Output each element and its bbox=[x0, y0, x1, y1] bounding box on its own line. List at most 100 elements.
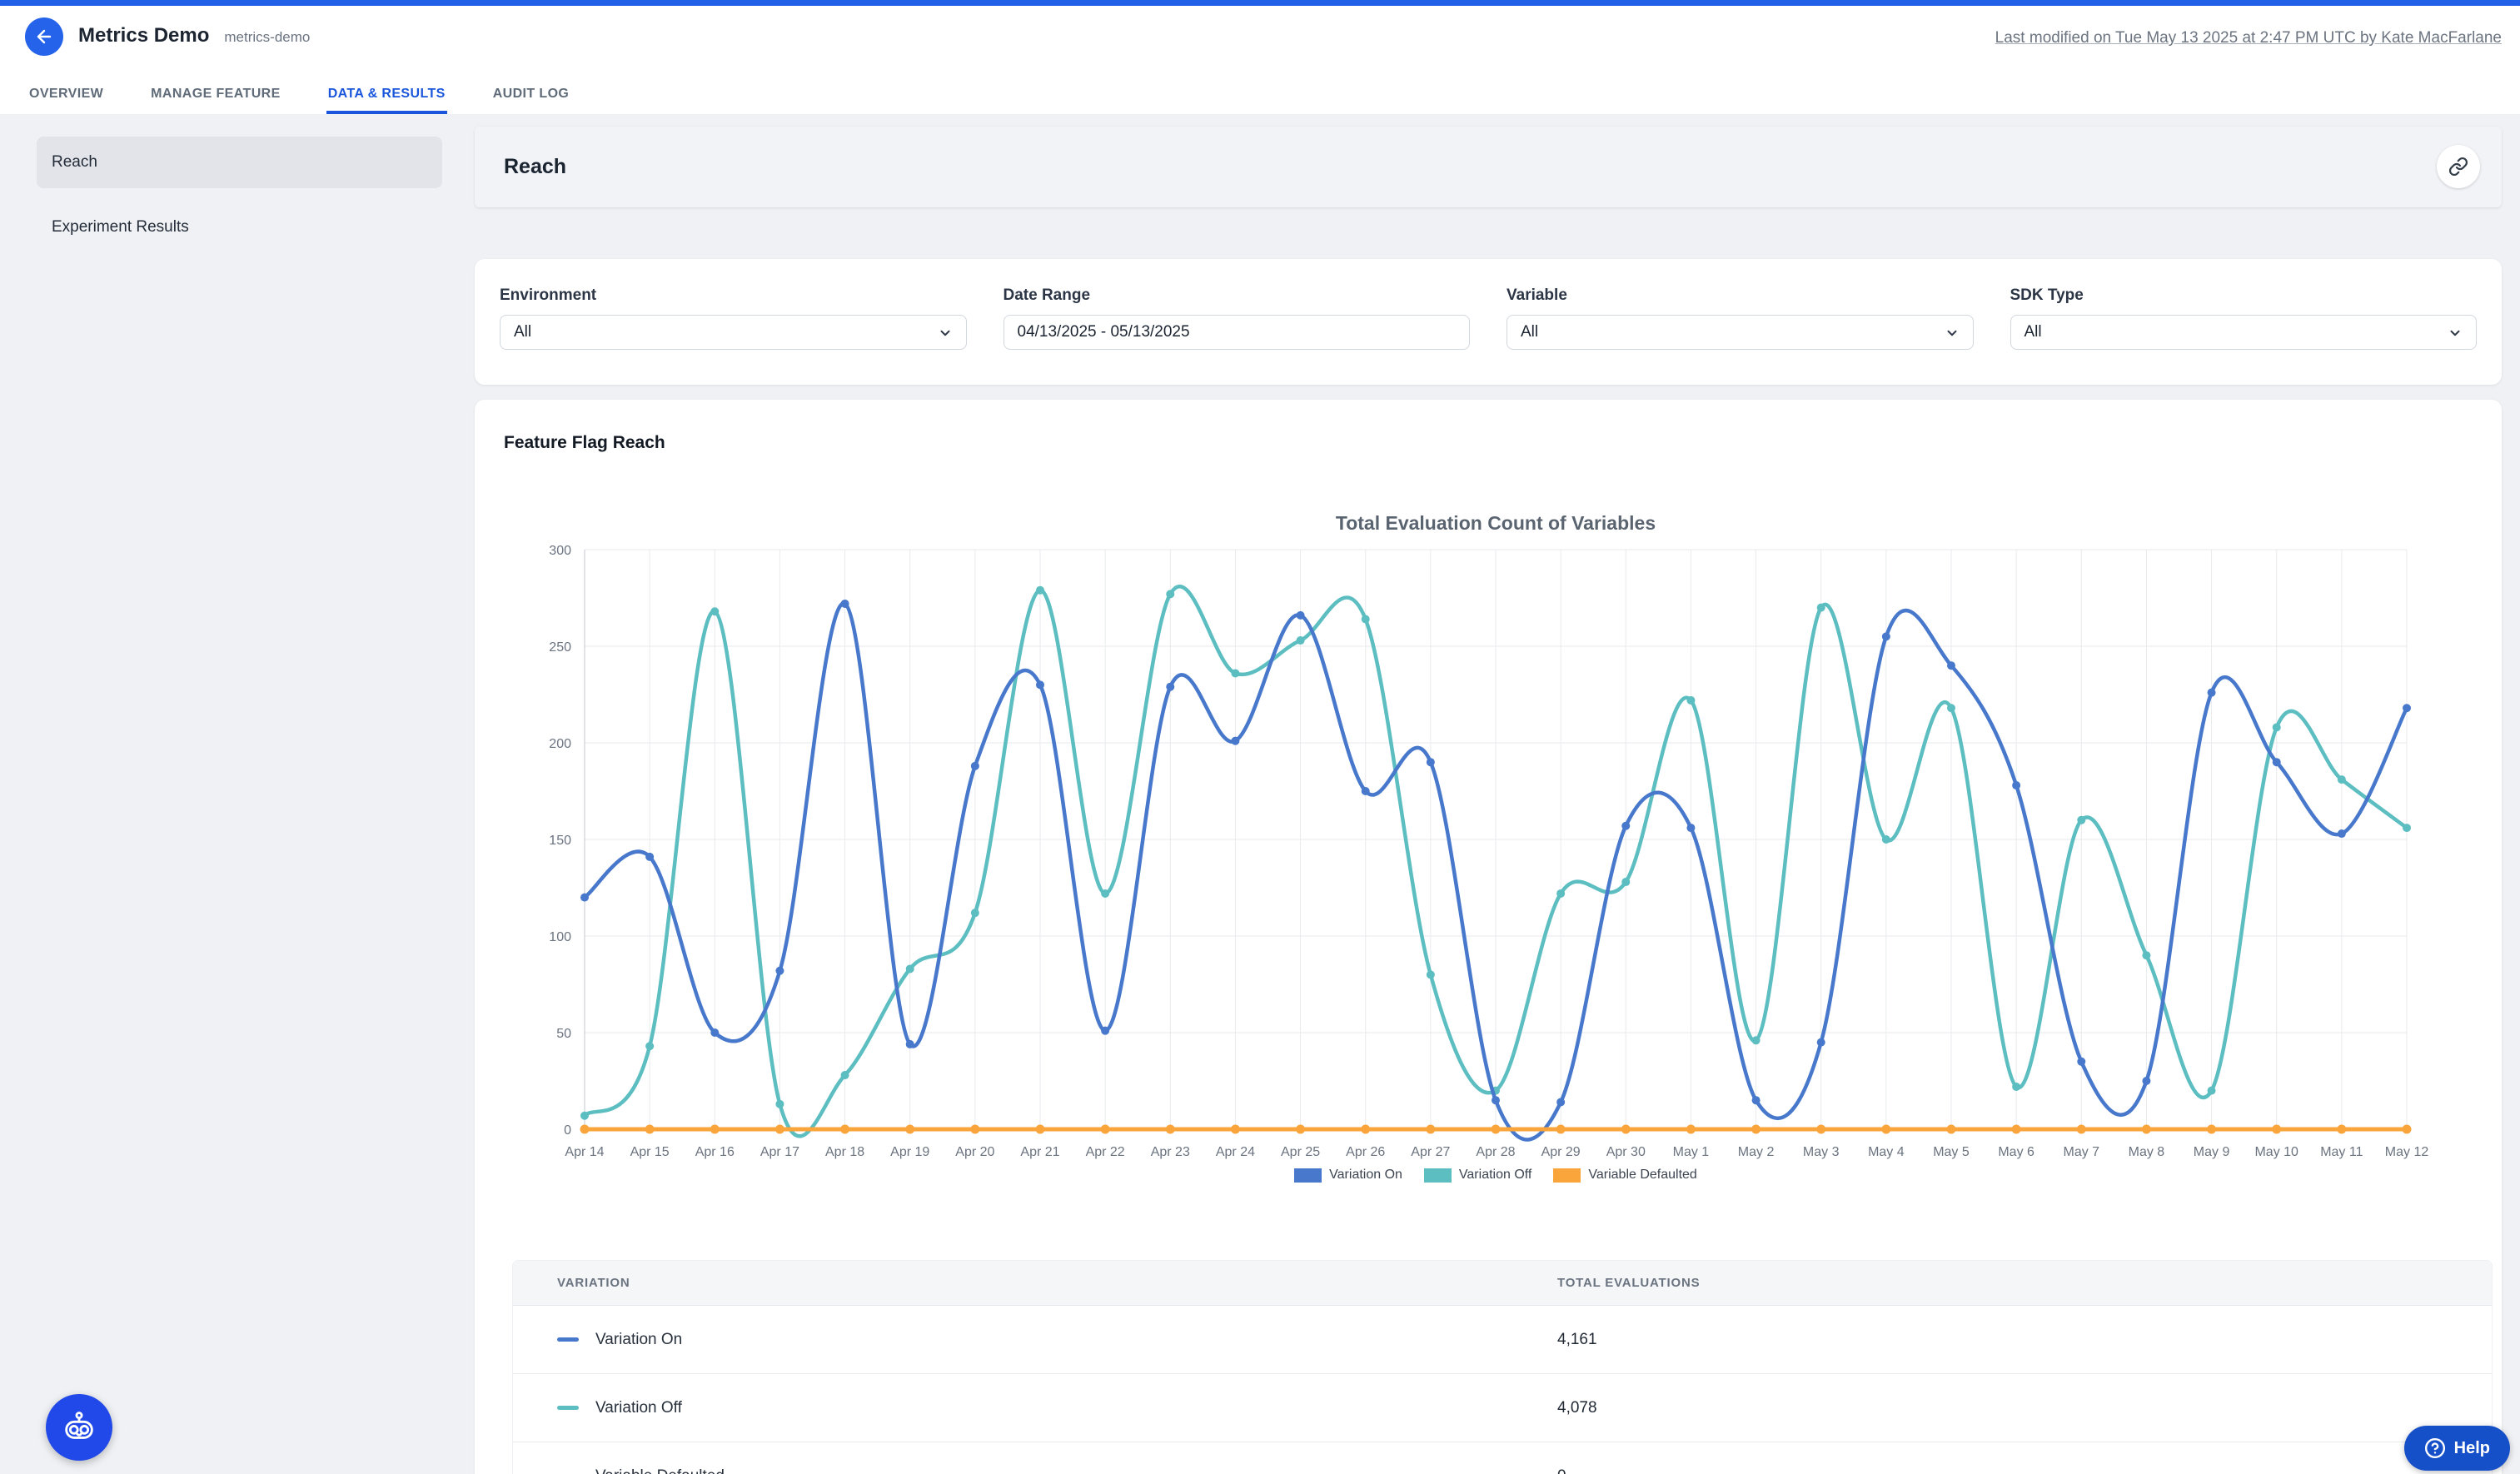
svg-text:May 12: May 12 bbox=[2385, 1145, 2429, 1159]
svg-text:150: 150 bbox=[549, 834, 571, 848]
app-header: Metrics Demo metrics-demo Last modified … bbox=[0, 6, 2520, 115]
evaluations-line-chart[interactable]: 050100150200250300Apr 14Apr 15Apr 16Apr … bbox=[475, 480, 2498, 1179]
total-evaluations-value: 0 bbox=[1557, 1442, 1566, 1474]
copy-link-button[interactable] bbox=[2437, 145, 2480, 188]
legend-label: Variable Defaulted bbox=[1588, 1168, 1696, 1183]
svg-text:May 9: May 9 bbox=[2194, 1145, 2230, 1159]
svg-text:May 4: May 4 bbox=[1868, 1145, 1905, 1159]
svg-text:May 7: May 7 bbox=[2063, 1145, 2099, 1159]
svg-text:Apr 21: Apr 21 bbox=[1020, 1145, 1059, 1159]
svg-text:300: 300 bbox=[549, 544, 571, 558]
sidebar-item-reach[interactable]: Reach bbox=[37, 137, 442, 188]
svg-text:Apr 24: Apr 24 bbox=[1216, 1145, 1255, 1159]
filter-sdk-type: SDK Type All bbox=[2010, 286, 2478, 385]
column-header-total-evaluations: TOTAL EVALUATIONS bbox=[1557, 1261, 1700, 1305]
link-icon bbox=[2448, 157, 2468, 177]
environment-label: Environment bbox=[500, 286, 967, 305]
table-header: VARIATION TOTAL EVALUATIONS bbox=[513, 1261, 2492, 1306]
table-row[interactable]: Variation On 4,161 bbox=[513, 1306, 2492, 1374]
svg-text:Apr 26: Apr 26 bbox=[1346, 1145, 1385, 1159]
assistant-launcher-button[interactable] bbox=[46, 1394, 112, 1461]
sidebar-item-experiment-results[interactable]: Experiment Results bbox=[37, 202, 442, 253]
svg-text:May 8: May 8 bbox=[2129, 1145, 2165, 1159]
date-range-input[interactable]: 04/13/2025 - 05/13/2025 bbox=[1004, 315, 1471, 350]
svg-text:Apr 30: Apr 30 bbox=[1606, 1145, 1646, 1159]
environment-value: All bbox=[514, 323, 531, 341]
svg-text:Apr 20: Apr 20 bbox=[955, 1145, 994, 1159]
feature-key: metrics-demo bbox=[224, 29, 310, 46]
svg-text:Apr 19: Apr 19 bbox=[890, 1145, 929, 1159]
top-accent-bar bbox=[0, 0, 2520, 6]
svg-text:Total Evaluation Count of Vari: Total Evaluation Count of Variables bbox=[1336, 512, 1656, 534]
chevron-down-icon bbox=[2448, 326, 2463, 341]
svg-text:May 10: May 10 bbox=[2254, 1145, 2298, 1159]
variable-value: All bbox=[1521, 323, 1538, 341]
variation-name: Variation Off bbox=[595, 1399, 682, 1417]
svg-text:Apr 28: Apr 28 bbox=[1476, 1145, 1515, 1159]
table-row[interactable]: Variation Off 4,078 bbox=[513, 1374, 2492, 1442]
sdk-type-select[interactable]: All bbox=[2010, 315, 2478, 350]
svg-text:Apr 23: Apr 23 bbox=[1151, 1145, 1190, 1159]
date-range-value: 04/13/2025 - 05/13/2025 bbox=[1018, 323, 1190, 341]
legend-item-variable-defaulted[interactable]: Variable Defaulted bbox=[1553, 1168, 1696, 1183]
table-row[interactable]: Variable Defaulted 0 bbox=[513, 1442, 2492, 1474]
last-modified-text[interactable]: Last modified on Tue May 13 2025 at 2:47… bbox=[1995, 29, 2502, 47]
legend-label: Variation Off bbox=[1459, 1168, 1531, 1183]
variation-table: VARIATION TOTAL EVALUATIONS Variation On… bbox=[512, 1260, 2493, 1474]
help-circle-icon bbox=[2424, 1437, 2446, 1459]
svg-text:Apr 25: Apr 25 bbox=[1281, 1145, 1320, 1159]
filters-card: Environment All Date Range 04/13/2025 - … bbox=[475, 259, 2502, 385]
tab-data-results[interactable]: DATA & RESULTS bbox=[326, 87, 447, 114]
chevron-down-icon bbox=[938, 326, 953, 341]
tab-audit-log[interactable]: AUDIT LOG bbox=[491, 87, 571, 114]
svg-text:50: 50 bbox=[556, 1027, 571, 1041]
filter-environment: Environment All bbox=[500, 286, 967, 385]
variable-select[interactable]: All bbox=[1507, 315, 1974, 350]
legend-item-variation-off[interactable]: Variation Off bbox=[1424, 1168, 1531, 1183]
legend-swatch bbox=[1294, 1168, 1322, 1183]
svg-text:Apr 22: Apr 22 bbox=[1086, 1145, 1125, 1159]
tab-manage-feature[interactable]: MANAGE FEATURE bbox=[149, 87, 282, 114]
svg-text:250: 250 bbox=[549, 640, 571, 655]
section-title: Reach bbox=[504, 127, 566, 207]
sdk-type-label: SDK Type bbox=[2010, 286, 2478, 305]
legend-label: Variation On bbox=[1329, 1168, 1402, 1183]
svg-text:Apr 27: Apr 27 bbox=[1411, 1145, 1450, 1159]
legend-swatch bbox=[1424, 1168, 1452, 1183]
section-header: Reach bbox=[475, 127, 2502, 207]
page-content: Reach Experiment Results Reach Environme… bbox=[0, 114, 2520, 1474]
svg-text:Apr 17: Apr 17 bbox=[760, 1145, 799, 1159]
back-button[interactable] bbox=[25, 17, 63, 56]
legend-swatch bbox=[1553, 1168, 1581, 1183]
filter-date-range: Date Range 04/13/2025 - 05/13/2025 bbox=[1004, 286, 1471, 385]
sdk-type-value: All bbox=[2024, 323, 2042, 341]
svg-text:May 6: May 6 bbox=[1998, 1145, 2034, 1159]
svg-text:Apr 14: Apr 14 bbox=[565, 1145, 604, 1159]
chevron-down-icon bbox=[1945, 326, 1960, 341]
svg-text:May 3: May 3 bbox=[1803, 1145, 1840, 1159]
svg-text:Apr 15: Apr 15 bbox=[630, 1145, 670, 1159]
svg-text:May 1: May 1 bbox=[1673, 1145, 1710, 1159]
page-title: Metrics Demo bbox=[78, 24, 209, 47]
svg-text:Apr 29: Apr 29 bbox=[1541, 1145, 1581, 1159]
series-color-dash bbox=[557, 1406, 579, 1410]
reach-chart-card: Feature Flag Reach 050100150200250300Apr… bbox=[475, 400, 2502, 1474]
svg-text:100: 100 bbox=[549, 930, 571, 944]
feature-title-group: Metrics Demo metrics-demo bbox=[78, 24, 310, 47]
filter-variable: Variable All bbox=[1507, 286, 1974, 385]
svg-text:May 11: May 11 bbox=[2320, 1145, 2363, 1159]
tab-overview[interactable]: OVERVIEW bbox=[27, 87, 105, 114]
date-range-label: Date Range bbox=[1004, 286, 1471, 305]
robot-icon bbox=[60, 1408, 98, 1447]
help-button[interactable]: Help bbox=[2404, 1426, 2510, 1471]
environment-select[interactable]: All bbox=[500, 315, 967, 350]
svg-text:May 5: May 5 bbox=[1933, 1145, 1970, 1159]
svg-text:Apr 18: Apr 18 bbox=[825, 1145, 864, 1159]
help-label: Help bbox=[2454, 1439, 2490, 1458]
total-evaluations-value: 4,161 bbox=[1557, 1306, 1597, 1373]
chart-legend: Variation On Variation Off Variable Defa… bbox=[585, 1168, 2407, 1183]
legend-item-variation-on[interactable]: Variation On bbox=[1294, 1168, 1402, 1183]
svg-text:May 2: May 2 bbox=[1738, 1145, 1775, 1159]
tab-bar: OVERVIEW MANAGE FEATURE DATA & RESULTS A… bbox=[27, 87, 570, 114]
column-header-variation: VARIATION bbox=[557, 1261, 630, 1305]
